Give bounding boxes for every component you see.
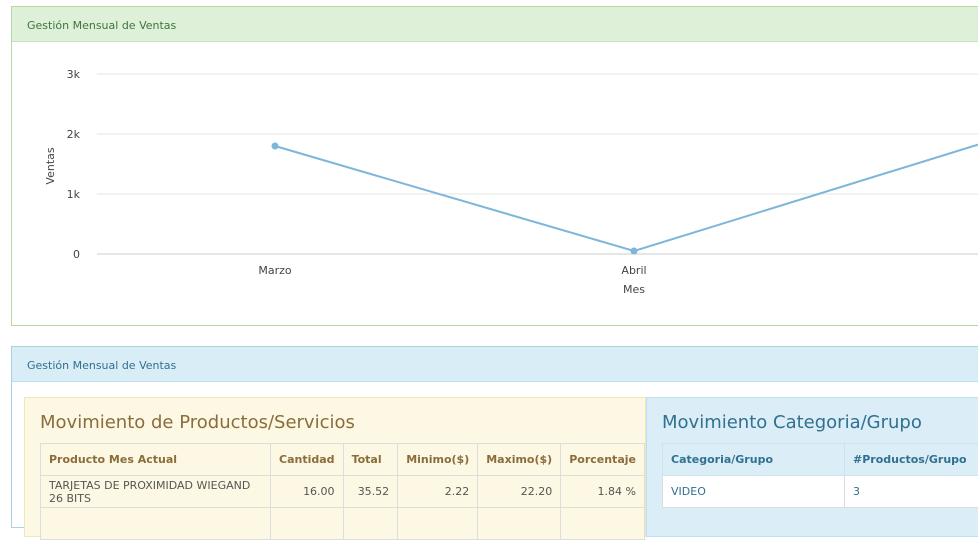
category-cell: VIDEO bbox=[663, 476, 845, 508]
table-row[interactable]: VIDEO 3 bbox=[663, 476, 978, 508]
table-row[interactable]: TARJETAS DE PROXIMIDAD WIEGAND 26 BITS 1… bbox=[41, 476, 645, 508]
column-header[interactable]: Producto Mes Actual bbox=[41, 444, 271, 476]
y-axis-title: Ventas bbox=[44, 147, 57, 184]
percentage-cell: 1.84 % bbox=[561, 476, 645, 508]
y-tick-label: 0 bbox=[73, 248, 80, 261]
min-cell: 2.22 bbox=[398, 476, 478, 508]
product-name-cell: TARJETAS DE PROXIMIDAD WIEGAND 26 BITS bbox=[41, 476, 271, 508]
products-movement-box: Movimiento de Productos/Servicios Produc… bbox=[24, 397, 646, 537]
column-header[interactable]: Maximo($) bbox=[478, 444, 561, 476]
sales-tables-panel: Gestión Mensual de Ventas Movimiento de … bbox=[11, 346, 978, 528]
series-line bbox=[275, 140, 978, 251]
x-axis-title: Mes bbox=[623, 283, 645, 296]
total-cell: 35.52 bbox=[343, 476, 398, 508]
x-tick-label: Abril bbox=[621, 264, 646, 277]
quantity-cell: 16.00 bbox=[271, 476, 344, 508]
y-tick-label: 2k bbox=[67, 128, 81, 141]
category-movement-box: Movimiento Categoria/Grupo Categoria/Gru… bbox=[646, 397, 978, 537]
data-point bbox=[631, 248, 638, 255]
panel-heading: Gestión Mensual de Ventas bbox=[12, 7, 978, 42]
column-header[interactable]: Categoria/Grupo bbox=[663, 444, 845, 476]
column-header[interactable]: #Productos/Grupo bbox=[845, 444, 978, 476]
max-cell: 22.20 bbox=[478, 476, 561, 508]
table-row[interactable] bbox=[41, 508, 645, 540]
products-title: Movimiento de Productos/Servicios bbox=[40, 412, 355, 433]
category-table: Categoria/Grupo #Productos/Grupo VIDEO 3 bbox=[662, 443, 978, 508]
y-tick-label: 1k bbox=[67, 188, 81, 201]
product-count-cell: 3 bbox=[845, 476, 978, 508]
column-header[interactable]: Minimo($) bbox=[398, 444, 478, 476]
sales-line-chart: 3k 2k 1k 0 Marzo Abril Mes Ventas bbox=[12, 43, 978, 325]
products-table: Producto Mes Actual Cantidad Total Minim… bbox=[40, 443, 645, 540]
y-tick-label: 3k bbox=[67, 68, 81, 81]
column-header[interactable]: Cantidad bbox=[271, 444, 344, 476]
panel-heading: Gestión Mensual de Ventas bbox=[12, 347, 978, 382]
sales-chart-panel: Gestión Mensual de Ventas 3k 2k 1k 0 Marzo Ab… bbox=[11, 6, 978, 326]
data-point bbox=[272, 143, 279, 150]
x-tick-label: Marzo bbox=[258, 264, 292, 277]
category-title: Movimiento Categoria/Grupo bbox=[662, 412, 922, 433]
column-header[interactable]: Porcentaje bbox=[561, 444, 645, 476]
column-header[interactable]: Total bbox=[343, 444, 398, 476]
